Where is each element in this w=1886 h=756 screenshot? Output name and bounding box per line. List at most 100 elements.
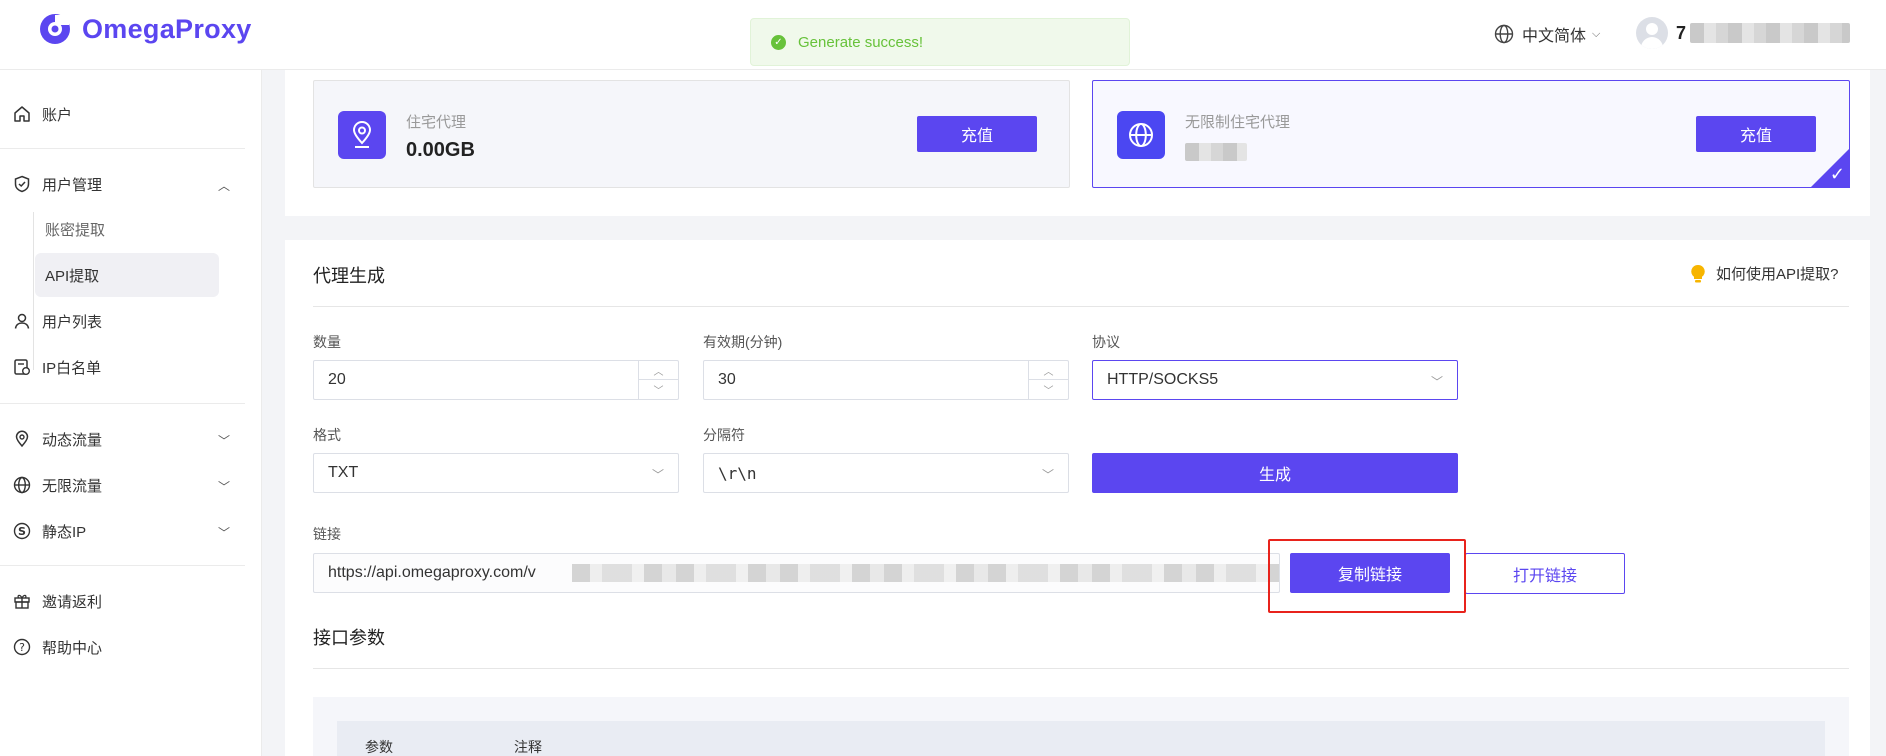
stepper-controls: ︿ ﹀: [638, 361, 678, 399]
separator-select[interactable]: \r\n ﹀: [703, 453, 1069, 493]
sidebar-item-ip-whitelist[interactable]: IP白名单: [12, 345, 242, 389]
proxy-generate-panel: [285, 240, 1870, 756]
chevron-down-icon: ﹀: [1430, 375, 1443, 389]
question-circle-icon: ?: [12, 637, 32, 657]
check-circle-icon: ✓: [771, 34, 786, 50]
sidebar-item-label: 无限流量: [42, 477, 103, 495]
card-title: 住宅代理: [406, 114, 467, 131]
recharge-button[interactable]: 充值: [1696, 116, 1816, 152]
toast-message: Generate success!: [798, 33, 924, 51]
format-value: TXT: [328, 464, 359, 481]
success-toast: ✓ Generate success!: [750, 18, 1130, 66]
user-menu[interactable]: 7: [1636, 17, 1851, 49]
link-field[interactable]: https://api.omegaproxy.com/v: [313, 553, 1280, 593]
redacted-link: [572, 564, 1279, 582]
divider: [0, 403, 245, 404]
interface-params-title: 接口参数: [313, 628, 385, 648]
format-select[interactable]: TXT ﹀: [313, 453, 679, 493]
top-header: OmegaProxy ✓ Generate success! 中文简体 ⌵ 7: [0, 0, 1886, 70]
decrement-icon[interactable]: ﹀: [1029, 380, 1068, 399]
quantity-value: 20: [328, 371, 346, 388]
protocol-label: 协议: [1092, 334, 1120, 350]
link-value: https://api.omegaproxy.com/v: [328, 564, 536, 581]
sidebar-item-label: IP白名单: [42, 359, 102, 377]
card-balance: 0.00GB: [406, 139, 475, 161]
sidebar-item-help-center[interactable]: ? 帮助中心: [12, 625, 242, 669]
list-check-icon: [12, 357, 32, 377]
gift-icon: [12, 591, 32, 611]
chevron-down-icon: ﹀: [1041, 468, 1054, 482]
sidebar-item-user-list[interactable]: 用户列表: [12, 299, 242, 343]
home-icon: [12, 104, 32, 124]
chevron-up-icon: ︿: [217, 179, 230, 193]
divider: [0, 148, 245, 149]
chevron-down-icon: ⌵: [1592, 27, 1601, 40]
validity-stepper[interactable]: 30 ︿ ﹀: [703, 360, 1069, 400]
divider: [313, 668, 1849, 669]
sidebar-item-label: 静态IP: [42, 523, 87, 541]
sidebar: 账户 用户管理 ︿ 账密提取 API提取 用户列表 IP白名单 动态流量 ﹀ 无…: [0, 70, 262, 756]
open-link-button[interactable]: 打开链接: [1465, 553, 1625, 594]
check-icon: ✓: [1829, 164, 1845, 184]
help-link-text: 如何使用API提取?: [1716, 266, 1839, 283]
protocol-value: HTTP/SOCKS5: [1107, 371, 1219, 388]
separator-value: \r\n: [718, 463, 757, 483]
avatar: [1636, 17, 1668, 49]
chevron-down-icon: ﹀: [217, 526, 230, 540]
card-title: 无限制住宅代理: [1185, 114, 1291, 131]
omegaproxy-logo-icon: [40, 14, 70, 44]
sidebar-subitem-label: API提取: [45, 267, 100, 285]
column-header-note: 注释: [514, 739, 542, 755]
quantity-stepper[interactable]: 20 ︿ ﹀: [313, 360, 679, 400]
sidebar-item-static-ip[interactable]: S 静态IP ﹀: [12, 509, 242, 553]
location-pin-icon: [12, 429, 32, 449]
chevron-down-icon: ﹀: [651, 468, 664, 482]
increment-icon[interactable]: ︿: [639, 361, 678, 380]
chevron-down-icon: ﹀: [217, 434, 230, 448]
language-label: 中文简体: [1522, 28, 1587, 45]
decrement-icon[interactable]: ﹀: [639, 380, 678, 399]
sidebar-item-unlimited-traffic[interactable]: 无限流量 ﹀: [12, 463, 242, 507]
quantity-label: 数量: [313, 334, 341, 350]
api-help-link[interactable]: 如何使用API提取?: [1690, 263, 1839, 284]
column-header-param: 参数: [365, 739, 393, 755]
stepper-controls: ︿ ﹀: [1028, 361, 1068, 399]
user-icon: [12, 311, 32, 331]
redacted-username: [1690, 23, 1851, 43]
globe-icon: [12, 475, 32, 495]
increment-icon[interactable]: ︿: [1029, 361, 1068, 380]
sidebar-subitem-password-extract[interactable]: 账密提取: [35, 207, 219, 251]
svg-text:?: ?: [19, 641, 25, 654]
sidebar-item-label: 用户列表: [42, 313, 103, 331]
globe-icon: [1117, 111, 1165, 159]
location-pin-icon: [338, 111, 386, 159]
link-label: 链接: [313, 526, 341, 542]
sidebar-item-account[interactable]: 账户: [12, 92, 242, 136]
validity-value: 30: [718, 371, 736, 388]
lightbulb-icon: [1691, 264, 1705, 282]
chevron-down-icon: ﹀: [217, 480, 230, 494]
table-header: 参数 注释: [337, 721, 1825, 756]
user-name: 7: [1676, 22, 1687, 43]
sidebar-item-label: 用户管理: [42, 176, 103, 194]
highlight-box: [1268, 539, 1466, 613]
dollar-circle-icon: S: [12, 521, 32, 541]
sidebar-item-label: 动态流量: [42, 431, 103, 449]
brand-name: OmegaProxy: [82, 13, 252, 44]
sidebar-item-user-management[interactable]: 用户管理 ︿: [12, 162, 242, 206]
brand-logo[interactable]: OmegaProxy: [38, 12, 252, 46]
language-switcher[interactable]: 中文简体 ⌵: [1494, 22, 1600, 46]
recharge-button[interactable]: 充值: [917, 116, 1037, 152]
sidebar-item-label: 邀请返利: [42, 593, 103, 611]
divider: [0, 565, 245, 566]
svg-text:S: S: [18, 525, 26, 538]
sidebar-subitem-api-extract[interactable]: API提取: [35, 253, 219, 297]
residential-proxy-card[interactable]: 住宅代理 0.00GB 充值: [313, 80, 1070, 188]
sidebar-item-dynamic-traffic[interactable]: 动态流量 ﹀: [12, 417, 242, 461]
sidebar-item-invite-rebate[interactable]: 邀请返利: [12, 579, 242, 623]
params-table: 参数 注释: [313, 697, 1849, 756]
divider: [313, 306, 1849, 307]
generate-button[interactable]: 生成: [1092, 453, 1458, 493]
unlimited-residential-proxy-card[interactable]: 无限制住宅代理 充值 ✓: [1092, 80, 1850, 188]
protocol-select[interactable]: HTTP/SOCKS5 ﹀: [1092, 360, 1458, 400]
